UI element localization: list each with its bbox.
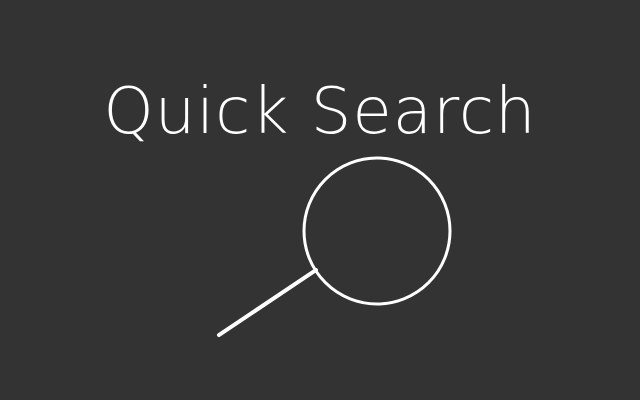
magnifying-glass-icon: [217, 156, 452, 337]
quick-search-splash: Quick Search: [0, 0, 640, 400]
magnifier-handle: [217, 268, 318, 337]
magnifier-lens: [302, 156, 452, 306]
